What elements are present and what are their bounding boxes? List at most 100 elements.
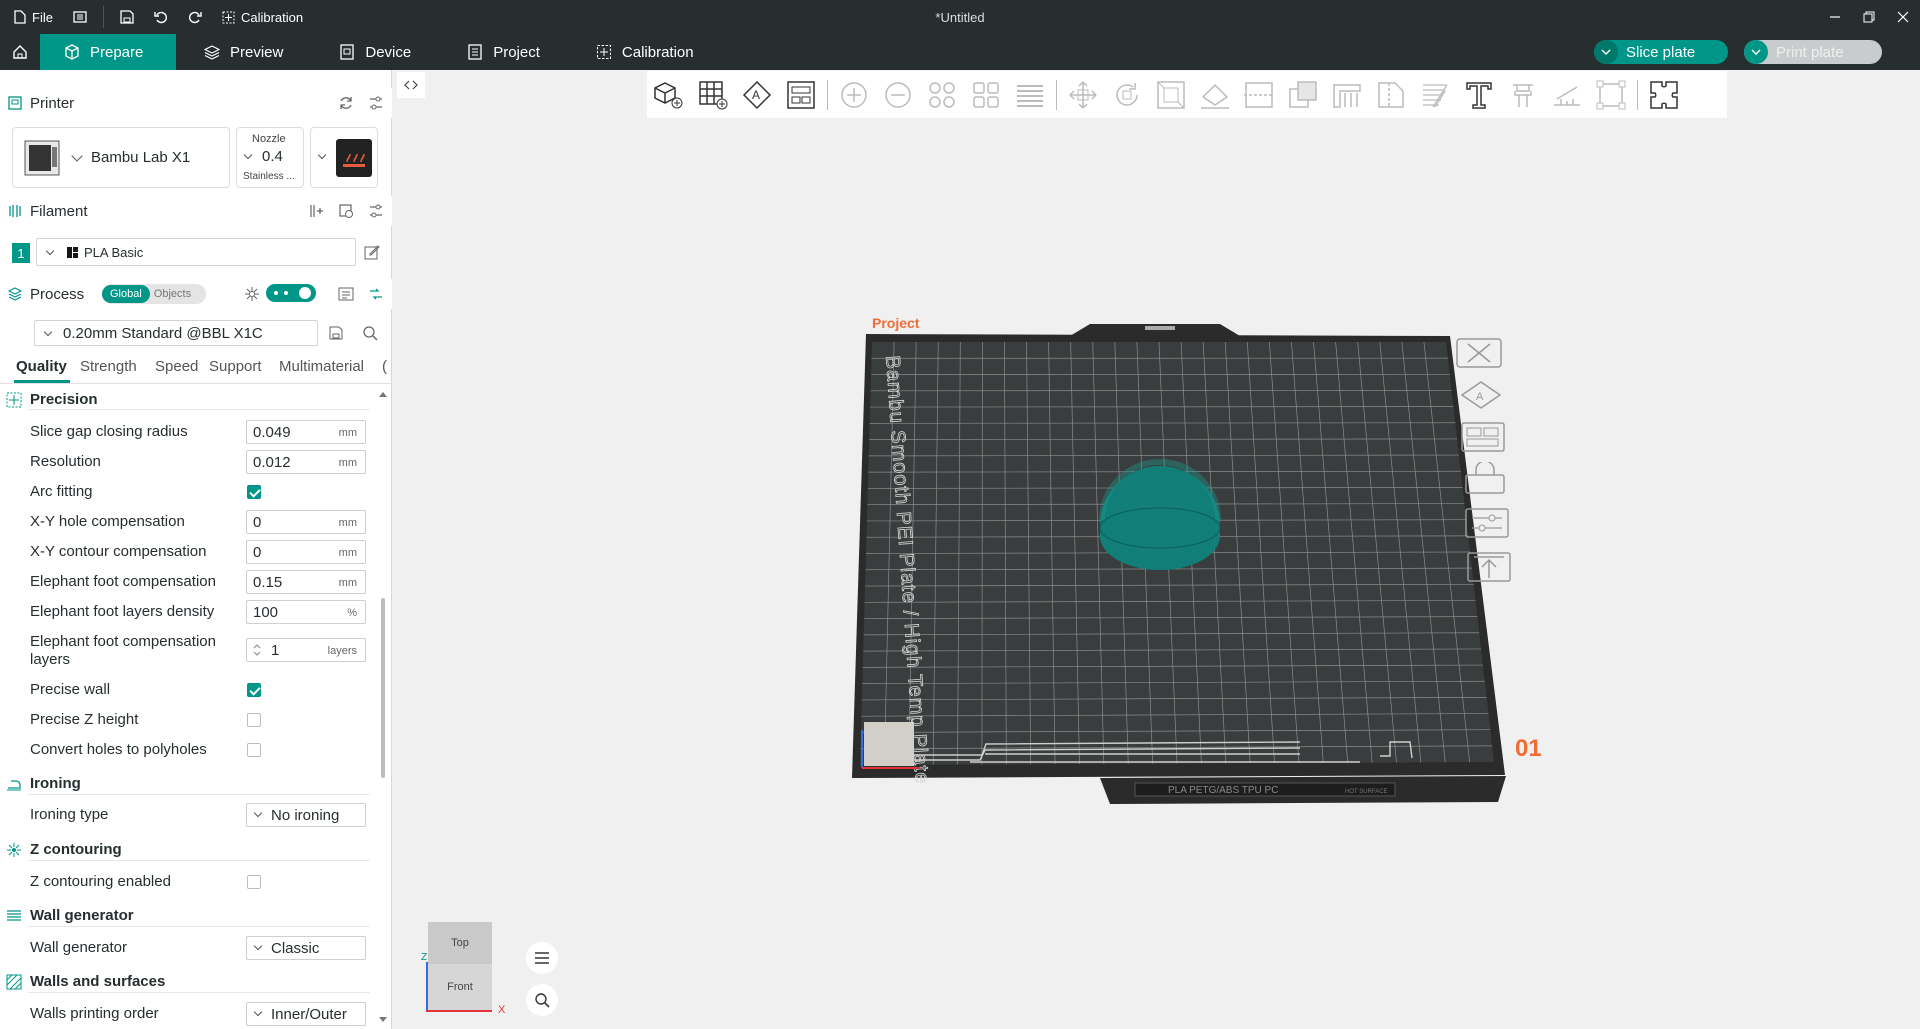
network-icon[interactable] bbox=[244, 286, 260, 302]
menu-button[interactable] bbox=[63, 0, 97, 34]
auto-orient-tool[interactable]: A bbox=[735, 75, 779, 115]
rotate-tool[interactable] bbox=[1105, 75, 1149, 115]
filament-selector[interactable]: PLA Basic bbox=[36, 238, 356, 266]
arc-fitting-checkbox[interactable] bbox=[247, 485, 261, 499]
undo-button[interactable] bbox=[144, 0, 178, 34]
process-preset-selector[interactable]: 0.20mm Standard @BBL X1C bbox=[34, 320, 318, 346]
collapse-sidebar-button[interactable] bbox=[397, 72, 425, 98]
filament-sync-icon[interactable] bbox=[338, 203, 354, 219]
assembly-tool[interactable] bbox=[1501, 75, 1545, 115]
slice-dropdown[interactable] bbox=[1594, 40, 1618, 64]
plate-settings-icon[interactable] bbox=[1462, 506, 1512, 540]
file-menu[interactable]: File bbox=[0, 0, 63, 34]
fuzzy-skin-tool[interactable] bbox=[1413, 75, 1457, 115]
arrange-plate-icon[interactable] bbox=[1458, 420, 1508, 454]
tab-speed[interactable]: Speed bbox=[155, 358, 198, 375]
resolution-input[interactable]: 0.012 mm bbox=[246, 450, 366, 474]
nozzle-selector[interactable]: Nozzle 0.4 Stainless ... bbox=[236, 127, 304, 188]
add-object-tool[interactable] bbox=[647, 75, 691, 115]
search-icon[interactable] bbox=[362, 325, 378, 341]
tab-strength[interactable]: Strength bbox=[80, 358, 137, 375]
print-plate-button[interactable]: Print plate bbox=[1744, 40, 1882, 64]
tab-multimaterial[interactable]: Multimaterial bbox=[279, 358, 364, 375]
elephant-foot-input[interactable]: 0.15 mm bbox=[246, 570, 366, 594]
settings-scrollbar[interactable] bbox=[378, 390, 388, 1025]
scroll-down-icon[interactable] bbox=[379, 1016, 387, 1024]
scale-tool[interactable] bbox=[1149, 75, 1193, 115]
split-objects-tool[interactable] bbox=[920, 75, 964, 115]
move-tool[interactable] bbox=[1061, 75, 1105, 115]
delete-plate-icon[interactable] bbox=[1454, 336, 1504, 370]
printer-selector[interactable]: Bambu Lab X1 bbox=[12, 127, 230, 188]
view-menu-button[interactable] bbox=[526, 942, 558, 974]
list-icon[interactable] bbox=[338, 286, 354, 302]
compare-icon[interactable] bbox=[368, 286, 384, 302]
zoom-button[interactable] bbox=[526, 984, 558, 1016]
tab-prepare[interactable]: Prepare bbox=[40, 34, 176, 70]
remove-instance-tool[interactable] bbox=[876, 75, 920, 115]
stepper-arrows-icon[interactable] bbox=[253, 642, 261, 658]
build-plate[interactable]: Bambu Smooth PEI Plate / High Temp Plate… bbox=[800, 310, 1560, 810]
walls-order-select[interactable]: Inner/Outer bbox=[246, 1002, 366, 1026]
split-parts-tool[interactable] bbox=[964, 75, 1008, 115]
view-cube-front[interactable]: Front bbox=[428, 964, 492, 1010]
support-paint-tool[interactable] bbox=[1325, 75, 1369, 115]
scroll-thumb[interactable] bbox=[381, 598, 385, 778]
move-plate-icon[interactable] bbox=[1464, 550, 1514, 584]
toggle-global[interactable]: Global bbox=[102, 285, 150, 303]
edit-filament-icon[interactable] bbox=[364, 244, 380, 260]
save-button[interactable] bbox=[110, 0, 144, 34]
plate-number[interactable]: 01 bbox=[1515, 735, 1542, 762]
tab-device[interactable]: Device bbox=[311, 34, 439, 70]
bed-selector[interactable] bbox=[310, 127, 378, 188]
home-tab[interactable] bbox=[0, 34, 40, 70]
filament-settings-icon[interactable] bbox=[368, 203, 384, 219]
text-tool[interactable] bbox=[1457, 75, 1501, 115]
lay-on-face-tool[interactable] bbox=[1193, 75, 1237, 115]
precise-wall-checkbox[interactable] bbox=[247, 683, 261, 697]
elephant-density-input[interactable]: 100% bbox=[246, 600, 366, 624]
advanced-toggle[interactable] bbox=[266, 284, 316, 302]
elephant-layers-stepper[interactable]: 1 layers bbox=[246, 638, 366, 662]
scroll-up-icon[interactable] bbox=[379, 390, 387, 398]
add-filament-icon[interactable] bbox=[308, 203, 324, 219]
print-dropdown[interactable] bbox=[1744, 40, 1768, 64]
view-cube-top[interactable]: Top bbox=[428, 922, 492, 964]
z-contouring-checkbox[interactable] bbox=[247, 875, 261, 889]
global-objects-toggle[interactable]: Global Objects bbox=[102, 284, 206, 304]
add-instance-tool[interactable] bbox=[832, 75, 876, 115]
measure-tool[interactable] bbox=[1545, 75, 1589, 115]
seam-paint-tool[interactable] bbox=[1369, 75, 1413, 115]
sync-icon[interactable] bbox=[338, 95, 354, 111]
ironing-type-select[interactable]: No ironing bbox=[246, 803, 366, 827]
calibration-menu[interactable]: Calibration bbox=[212, 0, 313, 34]
tab-preview[interactable]: Preview bbox=[176, 34, 311, 70]
add-plate-tool[interactable] bbox=[691, 75, 735, 115]
bounding-box-tool[interactable] bbox=[1589, 75, 1633, 115]
tab-quality[interactable]: Quality bbox=[16, 358, 67, 375]
slice-gap-input[interactable]: 0.049 mm bbox=[246, 420, 366, 444]
settings-sliders-icon[interactable] bbox=[368, 95, 384, 111]
close-window-button[interactable] bbox=[1882, 0, 1920, 34]
tab-support[interactable]: Support bbox=[209, 358, 262, 375]
tab-more[interactable]: ( bbox=[382, 358, 387, 375]
arrange-tool[interactable] bbox=[779, 75, 823, 115]
precise-z-checkbox[interactable] bbox=[247, 713, 261, 727]
lock-plate-icon[interactable] bbox=[1460, 462, 1510, 496]
tab-calibration[interactable]: Calibration bbox=[568, 34, 722, 70]
tab-project[interactable]: Project bbox=[439, 34, 568, 70]
filament-slot-badge[interactable]: 1 bbox=[12, 243, 30, 263]
save-preset-icon[interactable] bbox=[328, 325, 344, 341]
wall-generator-select[interactable]: Classic bbox=[246, 936, 366, 960]
xy-contour-input[interactable]: 0 mm bbox=[246, 540, 366, 564]
project-label[interactable]: Project bbox=[872, 315, 920, 331]
slice-plate-button[interactable]: Slice plate bbox=[1594, 40, 1728, 64]
toggle-objects[interactable]: Objects bbox=[150, 288, 191, 300]
mesh-boolean-tool[interactable] bbox=[1281, 75, 1325, 115]
redo-button[interactable] bbox=[178, 0, 212, 34]
cut-tool[interactable] bbox=[1237, 75, 1281, 115]
plugin-tool[interactable] bbox=[1642, 75, 1686, 115]
convert-holes-checkbox[interactable] bbox=[247, 743, 261, 757]
layers-tool[interactable] bbox=[1008, 75, 1052, 115]
orient-plate-icon[interactable]: A bbox=[1456, 378, 1506, 412]
